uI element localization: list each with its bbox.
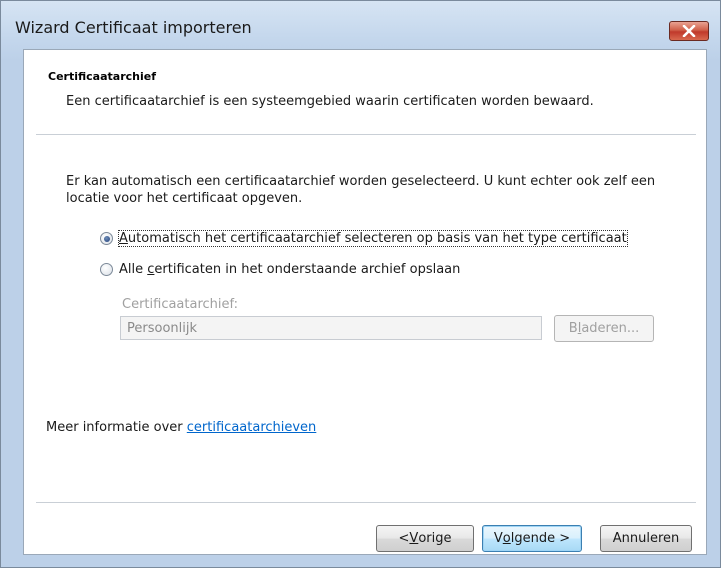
page-title: Certificaatarchief: [48, 70, 156, 83]
access-key: A: [119, 231, 128, 246]
label-part: orige: [418, 531, 452, 546]
store-input[interactable]: [120, 316, 542, 340]
more-info-text: Meer informatie over certificaatarchieve…: [46, 420, 316, 435]
access-key: o: [502, 531, 511, 546]
access-key: V: [409, 531, 419, 546]
label-part: B: [568, 321, 578, 336]
label-part: aderen...: [581, 321, 640, 336]
close-icon: [682, 25, 696, 37]
radio-store-all[interactable]: Alle certificaten in het onderstaande ar…: [100, 262, 460, 277]
label-part: Alle: [119, 262, 148, 277]
close-button[interactable]: [669, 21, 709, 41]
wizard-window: Wizard Certificaat importeren Certificaa…: [0, 0, 721, 568]
cancel-button[interactable]: Annuleren: [600, 525, 692, 552]
radio-auto-select[interactable]: Automatisch het certificaatarchief selec…: [100, 230, 628, 247]
radio-store-all-label[interactable]: Alle certificaten in het onderstaande ar…: [119, 262, 460, 277]
radio-button-checked[interactable]: [100, 232, 113, 245]
label-part: ertificaten in het onderstaande archief …: [154, 262, 461, 277]
intro-text: Er kan automatisch een certificaatarchie…: [66, 174, 656, 206]
window-title: Wizard Certificaat importeren: [15, 18, 252, 37]
label-part: <: [398, 531, 410, 546]
footer-divider: [36, 502, 696, 503]
certificate-stores-link[interactable]: certificaatarchieven: [187, 420, 317, 435]
label-part: utomatisch het certificaatarchief select…: [127, 231, 627, 246]
label-part: V: [493, 531, 503, 546]
more-info-prefix: Meer informatie over: [46, 420, 187, 435]
back-button[interactable]: < Vorige: [376, 525, 474, 552]
wizard-content: Certificaatarchief Een certificaatarchie…: [23, 49, 707, 555]
store-field-label: Certificaatarchief:: [122, 297, 239, 312]
page-description: Een certificaatarchief is een systeemgeb…: [66, 94, 594, 109]
radio-auto-select-label[interactable]: Automatisch het certificaatarchief selec…: [118, 230, 628, 247]
title-bar[interactable]: Wizard Certificaat importeren: [1, 1, 722, 49]
radio-button-unchecked[interactable]: [100, 263, 113, 276]
label-part: lgende >: [510, 531, 571, 546]
next-button[interactable]: Vo lgende >: [482, 525, 582, 552]
header-divider: [36, 134, 696, 135]
browse-button[interactable]: Bl aderen...: [554, 315, 654, 342]
